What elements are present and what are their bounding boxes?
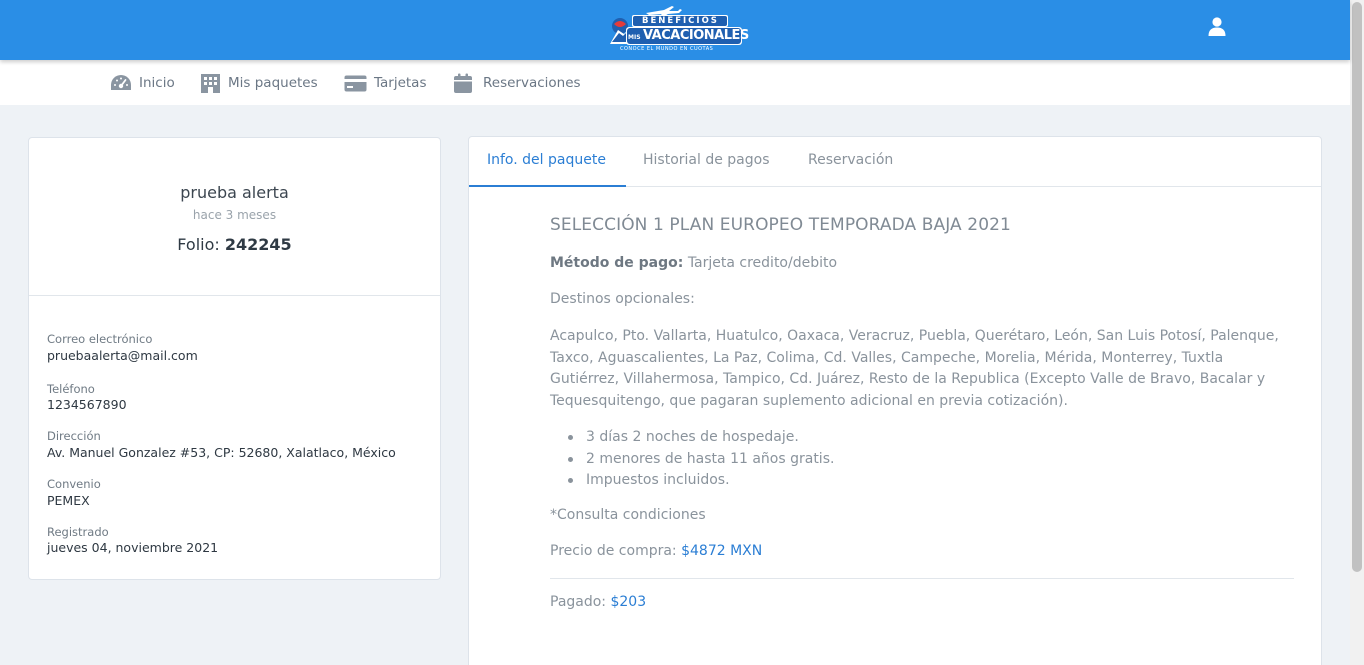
purchase-price: Precio de compra: $4872 MXN [550,543,762,559]
paid-label: Pagado: [550,594,607,610]
nav-item-inicio[interactable]: Inicio [110,71,175,95]
top-header: BENEFICIOS MIS VACACIONALES CONOCE EL MU… [0,0,1350,60]
profile-header: prueba alerta hace 3 meses Folio: 242245 [29,138,440,296]
dashboard-icon [111,75,131,90]
address-label: Dirección [47,429,101,443]
content-divider [550,578,1294,579]
user-icon [1208,17,1226,36]
detail-tabs: Info. del paquete Historial de pagos Res… [469,137,1321,187]
payment-method-value: Tarjeta credito/debito [687,255,838,271]
calendar-icon [454,73,472,93]
tab-payment-history[interactable]: Historial de pagos [643,152,770,168]
destinations-text: Acapulco, Pto. Vallarta, Huatulco, Oaxac… [550,328,1279,409]
logo-tagline: CONOCE EL MUNDO EN CUOTAS [620,46,714,52]
logo-line2: VACACIONALES [643,28,749,43]
nav-item-reservaciones[interactable]: Reservaciones [453,71,581,95]
building-icon [201,74,220,93]
nav-label-tarjetas: Tarjetas [374,75,427,91]
package-title: SELECCIÓN 1 PLAN EUROPEO TEMPORADA BAJA … [550,215,1011,235]
paid-amount: Pagado: $203 [550,594,646,610]
phone-label: Teléfono [47,382,95,396]
price-value: $4872 MXN [681,543,763,559]
email-label: Correo electrónico [47,332,153,346]
address-value: Av. Manuel Gonzalez #53, CP: 52680, Xala… [47,445,396,460]
credit-card-icon [344,75,367,91]
profile-card: prueba alerta hace 3 meses Folio: 242245… [28,137,441,580]
agreement-value: PEMEX [47,493,90,508]
conditions-note: *Consulta condiciones [550,507,706,523]
tab-package-info[interactable]: Info. del paquete [487,152,606,168]
nav-label-mis-paquetes: Mis paquetes [228,75,318,91]
list-item: 3 días 2 noches de hospedaje. [568,427,834,449]
list-item: 2 menores de hasta 11 años gratis. [568,449,834,471]
profile-name: prueba alerta [180,183,289,202]
folio-label: Folio: [177,235,220,254]
registered-label: Registrado [47,525,109,539]
agreement-label: Convenio [47,477,101,491]
profile-folio: Folio: 242245 [29,235,440,254]
page-scrollbar[interactable] [1350,0,1364,665]
nav-item-mis-paquetes[interactable]: Mis paquetes [200,71,318,95]
package-benefits-list: 3 días 2 noches de hospedaje. 2 menores … [568,427,834,492]
list-item: Impuestos incluidos. [568,470,834,492]
profile-time-ago: hace 3 meses [192,208,277,222]
logo-prefix: MIS [628,34,641,41]
tab-reservation[interactable]: Reservación [808,152,893,168]
email-value: pruebaalerta@mail.com [47,348,198,363]
payment-method-label: Método de pago: [550,255,684,271]
payment-method: Método de pago: Tarjeta credito/debito [550,255,837,271]
nav-label-inicio: Inicio [139,75,175,91]
price-label: Precio de compra: [550,543,677,559]
nav-item-tarjetas[interactable]: Tarjetas [344,71,427,95]
paid-value: $203 [610,594,647,610]
scrollbar-thumb[interactable] [1352,2,1362,572]
user-menu-button[interactable] [1208,17,1228,39]
folio-value: 242245 [224,235,292,254]
nav-label-reservaciones: Reservaciones [483,75,581,91]
brand-logo[interactable]: BENEFICIOS MIS VACACIONALES CONOCE EL MU… [606,4,749,54]
package-detail-card: Info. del paquete Historial de pagos Res… [468,136,1322,665]
destinations-label: Destinos opcionales: [550,291,695,307]
registered-value: jueves 04, noviembre 2021 [47,540,219,555]
active-tab-indicator [469,185,626,187]
phone-value: 1234567890 [47,397,127,412]
logo-line1: BENEFICIOS [642,16,719,26]
main-navigation: Inicio Mis paquetes Tarjetas Reservacion… [0,60,1350,105]
